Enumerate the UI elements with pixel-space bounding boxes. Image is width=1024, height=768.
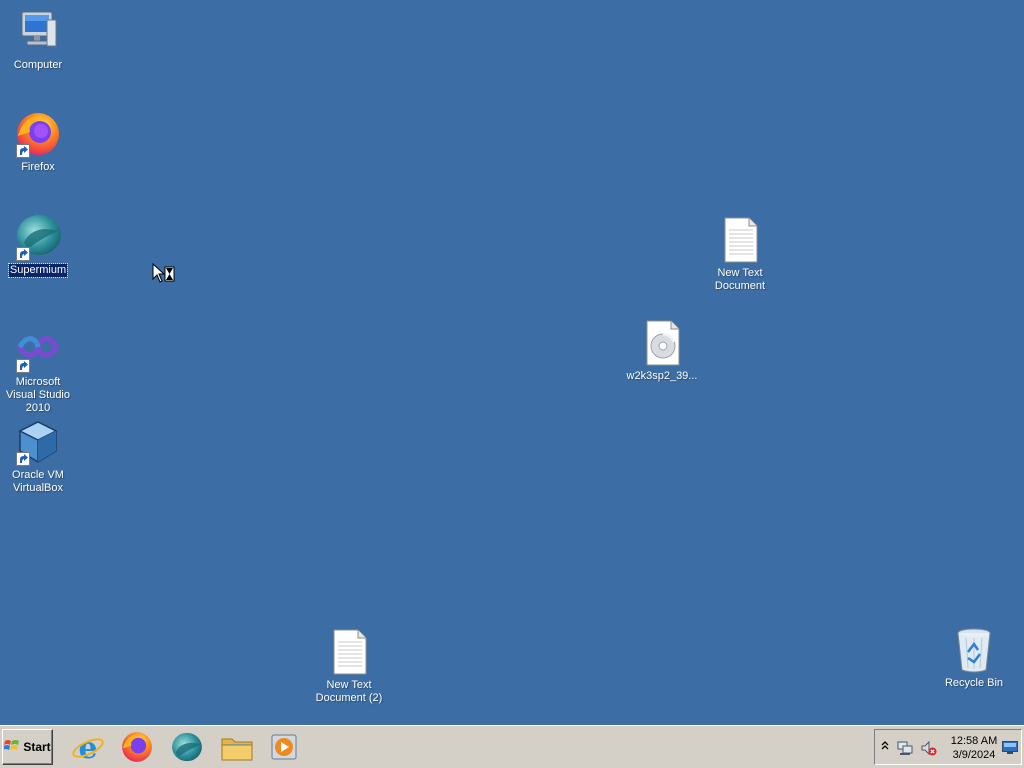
shortcut-arrow-icon [16, 144, 30, 158]
desktop-icon-label: New Text Document [714, 267, 766, 292]
show-desktop-icon[interactable] [1002, 741, 1018, 755]
shortcut-arrow-icon [16, 452, 30, 466]
start-label: Start [23, 740, 51, 754]
disc-image-icon [638, 319, 686, 367]
quicklaunch-file-explorer-icon[interactable] [220, 730, 254, 764]
show-hidden-icons-icon[interactable] [881, 740, 889, 753]
desktop-icon-supermium[interactable]: Supermium [0, 213, 76, 278]
volume-muted-icon[interactable] [921, 740, 937, 756]
desktop-icon-recycle-bin[interactable]: Recycle Bin [936, 626, 1012, 690]
text-document-icon [716, 216, 764, 264]
desktop-icon-label: New Text Document (2) [315, 679, 383, 704]
desktop-icon-firefox[interactable]: Firefox [0, 110, 76, 174]
quicklaunch-internet-explorer-icon[interactable]: e [71, 730, 105, 766]
desktop-icon-label: w2k3sp2_39... [626, 370, 698, 382]
svg-text:e: e [78, 731, 97, 764]
network-icon[interactable] [897, 740, 913, 756]
clock-time: 12:58 AM [950, 735, 998, 747]
supermium-icon [14, 213, 62, 261]
clock[interactable]: 12:58 AM 3/9/2024 [949, 734, 999, 762]
desktop-icon-label: Oracle VM VirtualBox [12, 469, 64, 494]
desktop-icon-visual-studio[interactable]: Microsoft Visual Studio 2010 [0, 325, 76, 415]
quicklaunch-media-player-icon[interactable] [268, 730, 302, 764]
shortcut-arrow-icon [16, 247, 30, 261]
clock-date: 3/9/2024 [952, 749, 996, 761]
recycle-bin-icon [950, 626, 998, 674]
text-document-icon [325, 628, 373, 676]
desktop-icon-new-text-document-2[interactable]: New Text Document (2) [311, 628, 387, 705]
taskbar: Start e 12:58 AM 3/9/2024 [0, 725, 1024, 768]
desktop-icon-label: Supermium [7, 263, 69, 278]
virtualbox-icon [14, 418, 62, 466]
system-tray: 12:58 AM 3/9/2024 [874, 729, 1022, 765]
computer-icon [14, 8, 62, 56]
desktop-icon-label: Microsoft Visual Studio 2010 [5, 376, 70, 414]
firefox-icon [14, 110, 62, 158]
desktop-icon-label: Computer [13, 59, 63, 71]
desktop-icon-computer[interactable]: Computer [0, 8, 76, 72]
start-button[interactable]: Start [2, 729, 53, 765]
quicklaunch-supermium-icon[interactable] [170, 730, 204, 764]
shortcut-arrow-icon [16, 359, 30, 373]
desktop-icon-virtualbox[interactable]: Oracle VM VirtualBox [0, 418, 76, 495]
windows-logo-icon [3, 739, 20, 756]
desktop-icon-disc-image[interactable]: w2k3sp2_39... [624, 319, 700, 383]
desktop[interactable]: Computer Firefox Supermium Microsoft Vis… [0, 0, 1024, 725]
desktop-icon-label: Recycle Bin [944, 677, 1004, 689]
desktop-icon-new-text-document[interactable]: New Text Document [702, 216, 778, 293]
busy-cursor-icon [152, 262, 178, 285]
quicklaunch-firefox-icon[interactable] [120, 730, 154, 764]
desktop-icon-label: Firefox [21, 161, 55, 173]
visual-studio-icon [14, 325, 62, 373]
